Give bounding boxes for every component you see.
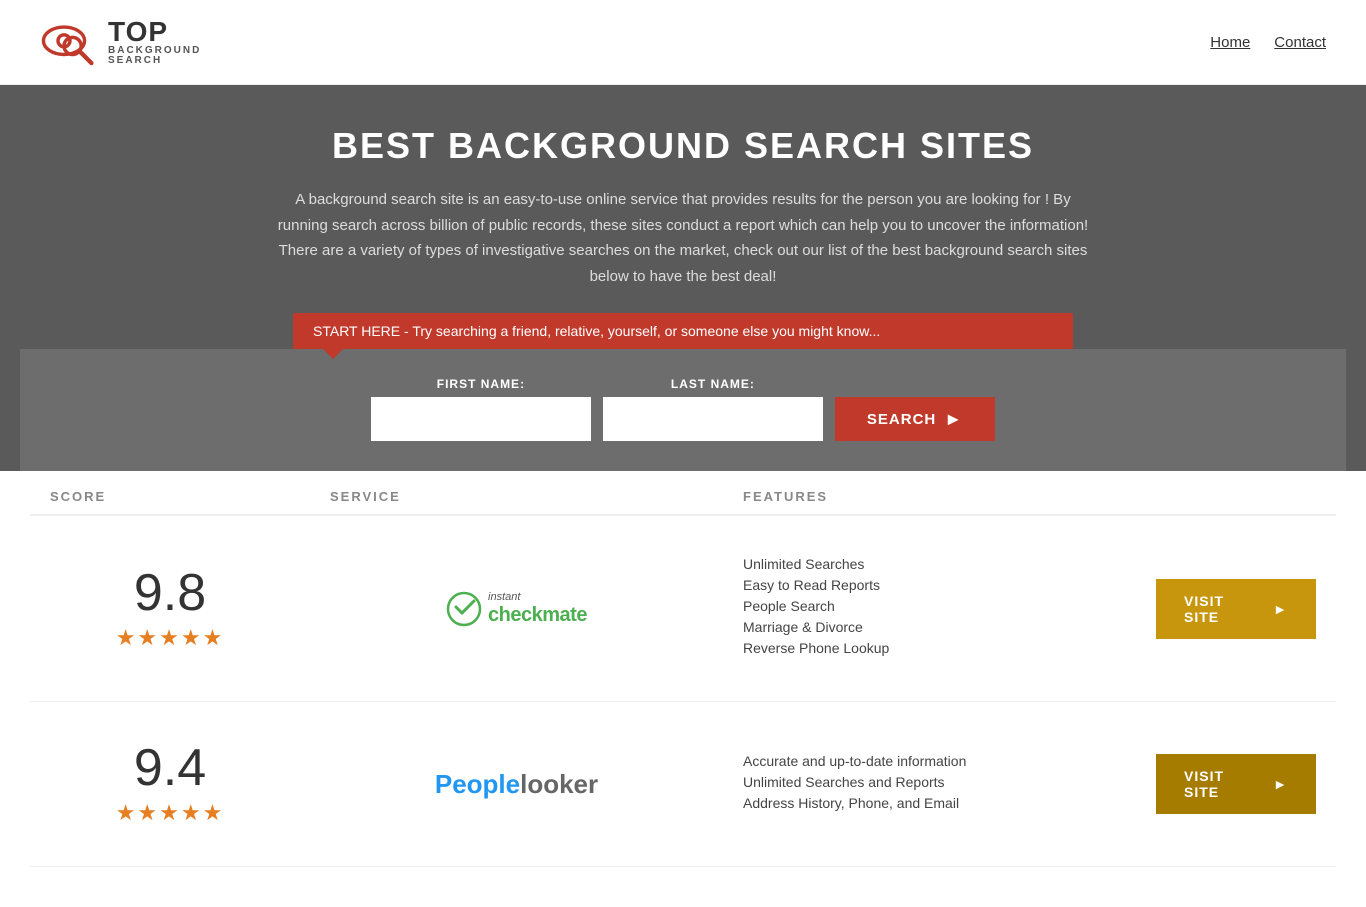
hero-title: BEST BACKGROUND SEARCH SITES	[20, 125, 1346, 167]
peoplelooker-logo: Peoplelooker	[435, 769, 598, 800]
search-banner: START HERE - Try searching a friend, rel…	[293, 313, 1073, 349]
list-item: Address History, Phone, and Email	[743, 795, 1116, 811]
list-item: Easy to Read Reports	[743, 577, 1116, 593]
visit-arrow-icon-2: ►	[1273, 776, 1288, 792]
nav-contact[interactable]: Contact	[1274, 34, 1326, 51]
logo-instant: instant	[488, 591, 587, 603]
pl-looker: looker	[520, 769, 598, 799]
list-item: Unlimited Searches	[743, 556, 1116, 572]
col-header-features: FEATURES	[723, 489, 1136, 504]
service-cell-1: instant checkmate	[310, 571, 723, 647]
logo-icon	[40, 15, 100, 70]
logo-text: TOP BACKGROUNDSEARCH	[108, 18, 201, 66]
search-form-container: FIRST NAME: LAST NAME: SEARCH ►	[20, 349, 1346, 471]
col-header-score: SCORE	[30, 489, 310, 504]
logo-bottom: BACKGROUNDSEARCH	[108, 46, 201, 66]
first-name-input[interactable]	[371, 397, 591, 441]
search-arrow-icon: ►	[944, 409, 963, 430]
visit-site-button-2[interactable]: VISIT SITE ►	[1156, 754, 1316, 814]
list-item: Marriage & Divorce	[743, 619, 1116, 635]
stars-2: ★★★★★	[116, 800, 225, 826]
last-name-label: LAST NAME:	[603, 377, 823, 391]
last-name-input[interactable]	[603, 397, 823, 441]
visit-cell-1: VISIT SITE ►	[1136, 559, 1336, 659]
last-name-group: LAST NAME:	[603, 377, 823, 441]
visit-cell-2: VISIT SITE ►	[1136, 734, 1336, 834]
search-form: FIRST NAME: LAST NAME: SEARCH ►	[40, 377, 1326, 441]
hero-section: BEST BACKGROUND SEARCH SITES A backgroun…	[0, 85, 1366, 471]
stars-1: ★★★★★	[116, 625, 225, 651]
score-number-2: 9.4	[134, 742, 206, 794]
score-cell-1: 9.8 ★★★★★	[30, 547, 310, 671]
first-name-group: FIRST NAME:	[371, 377, 591, 441]
list-item: People Search	[743, 598, 1116, 614]
features-cell-1: Unlimited Searches Easy to Read Reports …	[723, 536, 1136, 681]
visit-site-button-1[interactable]: VISIT SITE ►	[1156, 579, 1316, 639]
features-list-1: Unlimited Searches Easy to Read Reports …	[743, 556, 1116, 656]
list-item: Accurate and up-to-date information	[743, 753, 1116, 769]
features-cell-2: Accurate and up-to-date information Unli…	[723, 733, 1136, 836]
table-row: 9.4 ★★★★★ Peoplelooker Accurate and up-t…	[30, 702, 1336, 867]
col-header-service: SERVICE	[310, 489, 723, 504]
logo-top: TOP	[108, 18, 201, 46]
col-header-action	[1136, 489, 1336, 504]
score-number-1: 9.8	[134, 567, 206, 619]
hero-description: A background search site is an easy-to-u…	[273, 187, 1093, 289]
score-cell-2: 9.4 ★★★★★	[30, 722, 310, 846]
visit-label-1: VISIT SITE	[1184, 593, 1263, 625]
table-header: SCORE SERVICE FEATURES	[30, 471, 1336, 516]
list-item: Reverse Phone Lookup	[743, 640, 1116, 656]
nav-home[interactable]: Home	[1210, 34, 1250, 51]
table-row: 9.8 ★★★★★ instant checkmate Unlimited	[30, 516, 1336, 702]
banner-text: START HERE - Try searching a friend, rel…	[313, 323, 880, 339]
results-table: SCORE SERVICE FEATURES 9.8 ★★★★★ instant…	[0, 471, 1366, 907]
pl-text: Peoplelooker	[435, 769, 598, 800]
search-button[interactable]: SEARCH ►	[835, 397, 995, 441]
service-cell-2: Peoplelooker	[310, 749, 723, 820]
instantcheckmate-logo: instant checkmate	[446, 591, 587, 627]
visit-arrow-icon-1: ►	[1273, 601, 1288, 617]
logo-checkmate: checkmate	[488, 604, 587, 626]
search-button-label: SEARCH	[867, 411, 936, 428]
first-name-label: FIRST NAME:	[371, 377, 591, 391]
main-nav: Home Contact	[1210, 34, 1326, 51]
pl-people: People	[435, 769, 520, 799]
features-list-2: Accurate and up-to-date information Unli…	[743, 753, 1116, 811]
visit-label-2: VISIT SITE	[1184, 768, 1263, 800]
checkmate-icon	[446, 591, 482, 627]
list-item: Unlimited Searches and Reports	[743, 774, 1116, 790]
site-header: TOP BACKGROUNDSEARCH Home Contact	[0, 0, 1366, 85]
logo: TOP BACKGROUNDSEARCH	[40, 15, 201, 70]
